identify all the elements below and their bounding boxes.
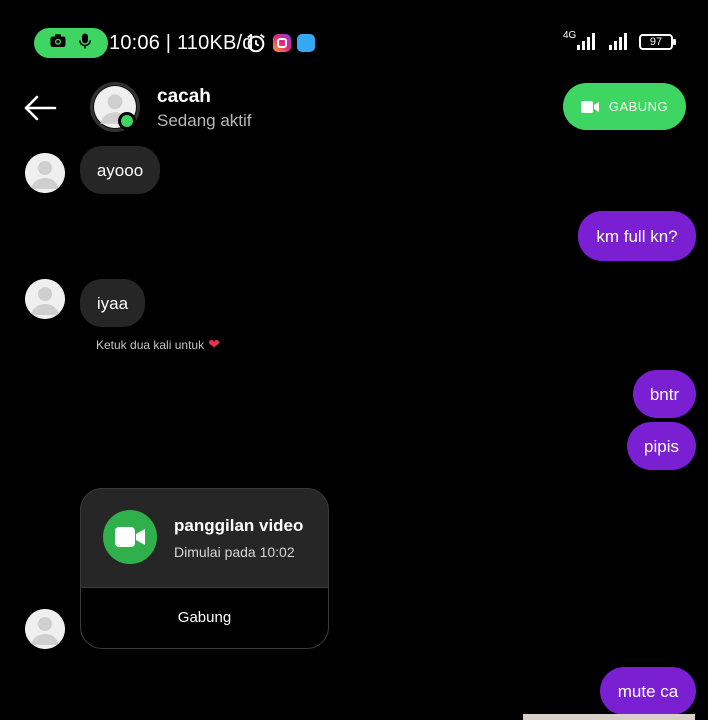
video-call-card: panggilan video Dimulai pada 10:02 Gabun… bbox=[80, 488, 329, 649]
message-bubble-outgoing[interactable]: mute ca bbox=[600, 667, 696, 715]
alarm-icon bbox=[245, 32, 267, 54]
video-call-icon bbox=[103, 510, 157, 564]
message-bubble-outgoing[interactable]: bntr bbox=[633, 370, 696, 418]
camera-icon bbox=[49, 32, 67, 55]
signal-icon bbox=[577, 32, 595, 50]
online-status-dot bbox=[118, 112, 136, 130]
status-bar: 10:06 | 110KB/d 4G 97 bbox=[0, 0, 708, 88]
avatar[interactable] bbox=[25, 279, 65, 319]
contact-name[interactable]: cacah bbox=[157, 86, 211, 108]
video-call-subtitle: Dimulai pada 10:02 bbox=[174, 544, 295, 560]
battery-icon: 97 bbox=[639, 34, 676, 50]
contact-status: Sedang aktif bbox=[157, 111, 252, 130]
status-time-speed: 10:06 | 110KB/d bbox=[109, 32, 254, 54]
join-call-label: GABUNG bbox=[608, 99, 669, 114]
back-button[interactable] bbox=[20, 90, 60, 126]
floating-thumbnail[interactable] bbox=[523, 714, 695, 720]
signal-area: 4G 97 bbox=[563, 30, 676, 50]
microphone-icon bbox=[76, 32, 94, 55]
video-camera-icon bbox=[580, 100, 599, 113]
avatar[interactable] bbox=[25, 153, 65, 193]
screen-record-indicator[interactable] bbox=[34, 28, 108, 58]
notification-icons bbox=[245, 32, 315, 54]
app-icon bbox=[297, 34, 315, 52]
heart-icon: ❤ bbox=[208, 336, 220, 352]
message-bubble-incoming[interactable]: iyaa bbox=[80, 279, 145, 327]
double-tap-hint: Ketuk dua kali untuk ❤ bbox=[96, 336, 220, 353]
join-call-button[interactable]: GABUNG bbox=[563, 83, 686, 130]
message-bubble-incoming[interactable]: ayooo bbox=[80, 146, 160, 194]
video-call-title: panggilan video bbox=[174, 516, 304, 535]
network-type: 4G bbox=[563, 30, 577, 41]
instagram-icon bbox=[273, 34, 291, 52]
double-tap-hint-text: Ketuk dua kali untuk bbox=[96, 337, 205, 352]
signal-icon bbox=[609, 32, 627, 50]
back-arrow-icon bbox=[24, 95, 57, 121]
message-bubble-outgoing[interactable]: pipis bbox=[627, 422, 696, 470]
avatar[interactable] bbox=[25, 609, 65, 649]
message-bubble-outgoing[interactable]: km full kn? bbox=[578, 211, 696, 261]
video-call-join-button[interactable]: Gabung bbox=[81, 587, 328, 648]
